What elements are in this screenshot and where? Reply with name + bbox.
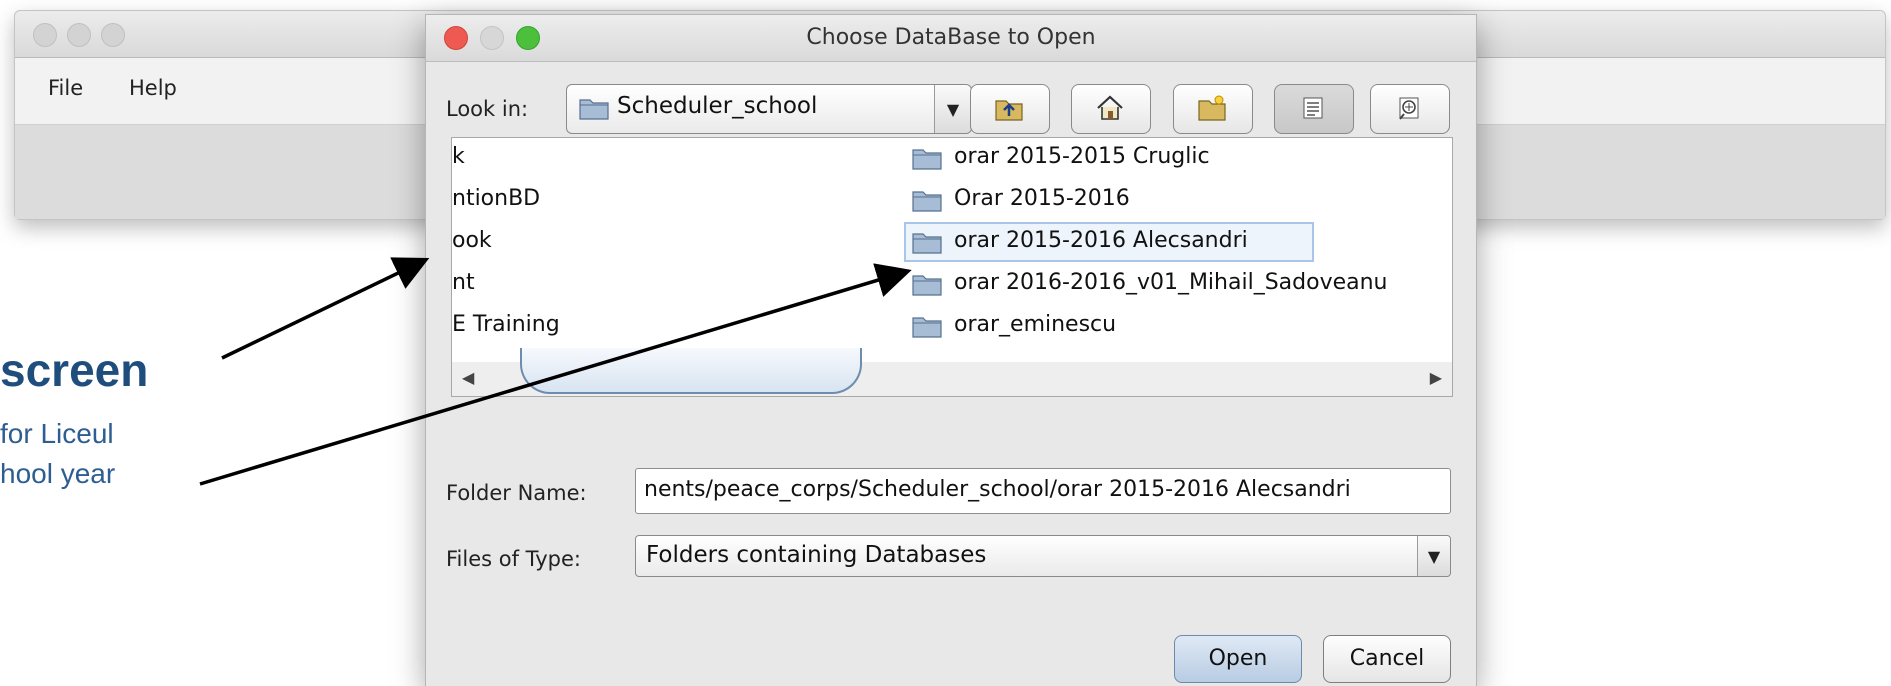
files-of-type-value: Folders containing Databases <box>646 542 987 568</box>
folder-icon <box>912 191 942 212</box>
folder-name-label: Folder Name: <box>446 481 587 505</box>
close-window-button[interactable] <box>33 23 57 47</box>
look-in-combo[interactable]: Scheduler_school ▼ <box>566 84 972 134</box>
list-item[interactable]: ntionBD <box>452 186 540 211</box>
folder-name-field[interactable]: nents/peace_corps/Scheduler_school/orar … <box>635 468 1451 514</box>
dialog-title: Choose DataBase to Open <box>806 25 1096 50</box>
files-of-type-combo[interactable]: Folders containing Databases ▼ <box>635 535 1451 577</box>
menu-help[interactable]: Help <box>129 76 177 100</box>
list-view-icon <box>1303 97 1323 119</box>
open-button[interactable]: Open <box>1174 635 1302 683</box>
list-item[interactable]: nt <box>452 270 475 295</box>
selected-list-item[interactable]: orar 2015-2016 Alecsandri <box>904 222 1314 262</box>
list-item[interactable]: k <box>452 144 465 169</box>
look-in-label: Look in: <box>446 97 529 121</box>
home-icon <box>1097 95 1123 120</box>
folder-icon <box>912 233 942 254</box>
menu-file[interactable]: File <box>48 76 83 100</box>
chevron-down-icon[interactable]: ▼ <box>934 85 971 133</box>
list-item[interactable]: orar 2016-2016_v01_Mihail_Sadoveanu <box>910 270 1450 300</box>
folder-icon <box>912 317 942 338</box>
list-item-label: orar 2016-2016_v01_Mihail_Sadoveanu <box>954 270 1388 295</box>
horizontal-scrollbar[interactable]: ◀ ▶ <box>451 348 1453 397</box>
folder-name-value: nents/peace_corps/Scheduler_school/orar … <box>644 477 1351 502</box>
chevron-down-icon[interactable]: ▼ <box>1417 536 1450 576</box>
details-view-button[interactable] <box>1370 84 1450 134</box>
minimize-window-button[interactable] <box>67 23 91 47</box>
list-item[interactable]: orar_eminescu <box>910 312 1410 342</box>
arrow-to-list-left <box>221 257 430 360</box>
files-of-type-label: Files of Type: <box>446 547 581 571</box>
list-item[interactable]: Orar 2015-2016 <box>910 186 1410 216</box>
annotation-line-1: for Liceul <box>0 418 114 449</box>
details-view-icon <box>1399 97 1419 120</box>
list-item-label: orar 2015-2016 Alecsandri <box>954 228 1248 253</box>
list-item[interactable]: ook <box>452 228 492 253</box>
dialog-titlebar: Choose DataBase to Open <box>426 15 1476 62</box>
file-list[interactable]: k ntionBD ook nt E Training orar 2015-20… <box>451 137 1453 364</box>
scroll-left-icon[interactable]: ◀ <box>462 368 474 387</box>
list-view-button[interactable] <box>1274 84 1354 134</box>
annotation-title: screen <box>0 344 149 396</box>
annotation-line-2: hool year <box>0 458 116 489</box>
home-button[interactable] <box>1071 84 1151 134</box>
cancel-button[interactable]: Cancel <box>1323 635 1451 683</box>
up-one-level-button[interactable] <box>970 84 1050 134</box>
scrollbar-thumb[interactable] <box>520 348 862 394</box>
list-item-label: orar_eminescu <box>954 312 1117 337</box>
list-item[interactable]: E Training <box>452 312 560 337</box>
folder-icon <box>912 149 942 170</box>
zoom-window-button[interactable] <box>101 23 125 47</box>
list-item-label: orar 2015-2015 Cruglic <box>954 144 1210 169</box>
scroll-right-icon[interactable]: ▶ <box>1430 368 1442 387</box>
open-database-dialog: Choose DataBase to Open Look in: Schedul… <box>425 14 1477 686</box>
list-item-label: Orar 2015-2016 <box>954 186 1130 211</box>
up-one-level-icon <box>995 100 1023 121</box>
folder-icon <box>912 275 942 296</box>
list-item[interactable]: orar 2015-2015 Cruglic <box>910 144 1410 174</box>
new-folder-button[interactable] <box>1173 84 1253 134</box>
new-folder-icon <box>1198 95 1226 121</box>
look-in-value: Scheduler_school <box>617 93 818 119</box>
folder-icon <box>579 99 609 120</box>
